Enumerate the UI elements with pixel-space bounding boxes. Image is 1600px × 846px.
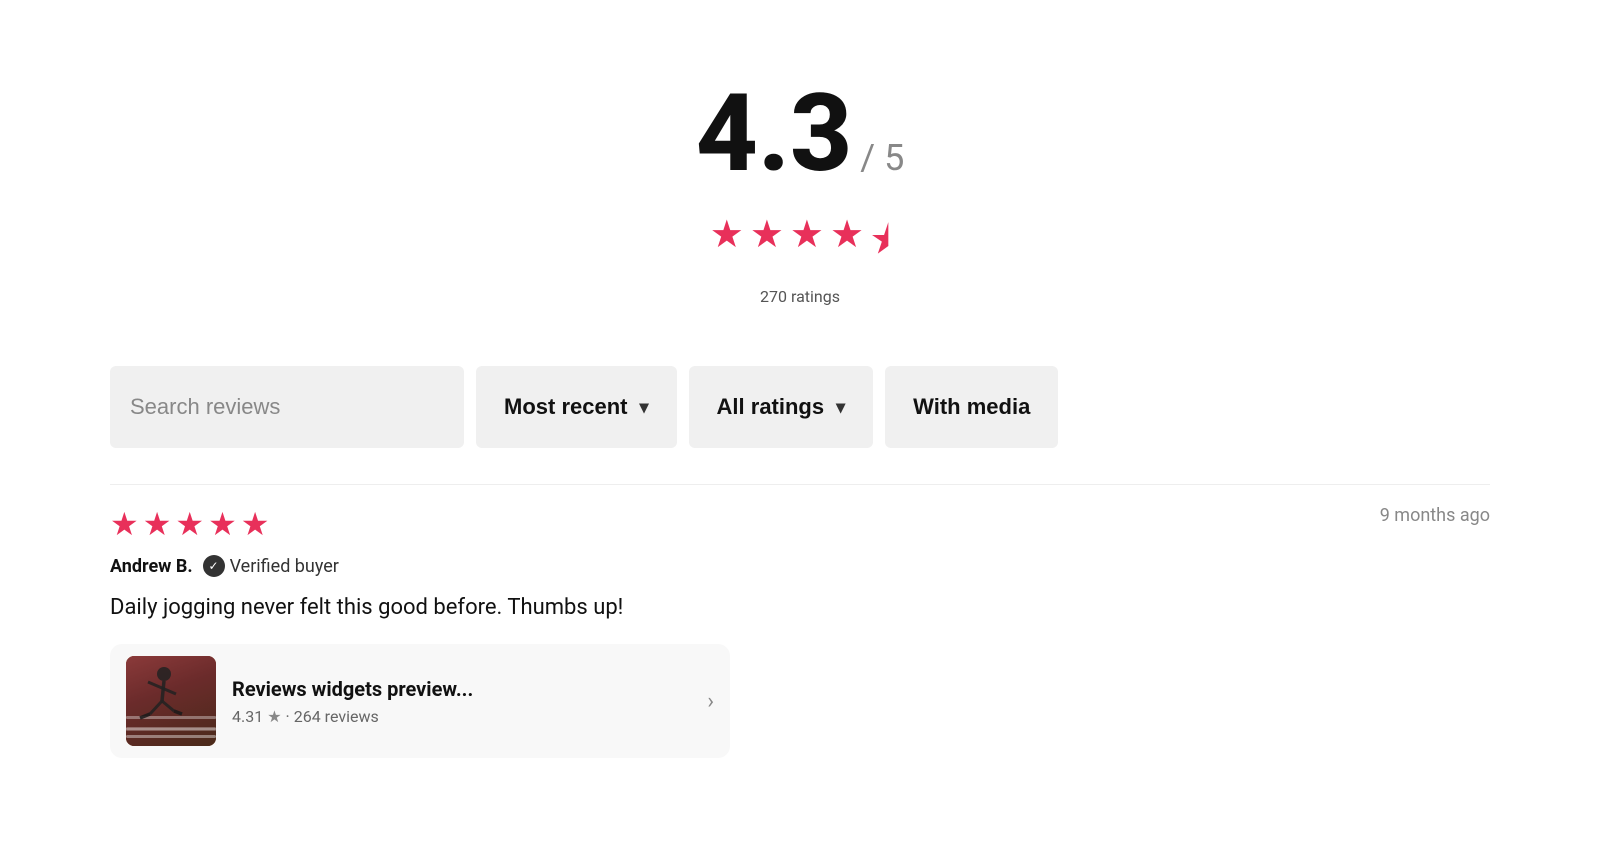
rating-summary: 4.3 / 5 ★ ★ ★ ★ ⯨ 270 ratings (110, 40, 1490, 336)
with-media-button[interactable]: With media (885, 366, 1058, 448)
review-text: Daily jogging never felt this good befor… (110, 591, 1490, 624)
rating-score: 4.3 (696, 80, 853, 188)
verified-badge: ✓ Verified buyer (203, 555, 339, 577)
rating-stars: ★ ★ ★ ★ ⯨ (110, 212, 1490, 277)
rating-filter-label: All ratings (717, 394, 825, 420)
sort-chevron-icon: ▾ (639, 397, 648, 418)
preview-content: Reviews widgets preview... 4.31 ★ · 264 … (232, 677, 691, 726)
sort-dropdown[interactable]: Most recent ▾ (476, 366, 677, 448)
with-media-label: With media (913, 394, 1030, 420)
review-star-4-icon: ★ (208, 505, 237, 543)
review-star-3-icon: ★ (175, 505, 204, 543)
preview-score: 4.31 (232, 707, 263, 726)
preview-review-count: 264 reviews (294, 707, 379, 726)
preview-dot: · (286, 707, 290, 726)
star-half-icon: ⯨ (870, 212, 890, 277)
preview-chevron-icon: › (707, 689, 714, 714)
rating-filter-dropdown[interactable]: All ratings ▾ (689, 366, 874, 448)
review-time: 9 months ago (1380, 505, 1490, 526)
rating-filter-chevron-icon: ▾ (836, 397, 845, 418)
ratings-count: 270 ratings (110, 287, 1490, 306)
rating-out-of: / 5 (860, 137, 904, 179)
review-star-1-icon: ★ (110, 505, 139, 543)
filter-bar: Most recent ▾ All ratings ▾ With media (110, 366, 1490, 448)
runner-illustration (126, 656, 216, 746)
preview-meta: 4.31 ★ · 264 reviews (232, 707, 691, 726)
review-stars: ★ ★ ★ ★ ★ (110, 505, 269, 543)
search-input[interactable] (110, 366, 464, 448)
preview-star-icon: ★ (267, 707, 281, 726)
review-star-2-icon: ★ (143, 505, 172, 543)
preview-card[interactable]: Reviews widgets preview... 4.31 ★ · 264 … (110, 644, 730, 758)
star-3-icon: ★ (790, 212, 824, 277)
sort-label: Most recent (504, 394, 627, 420)
star-1-icon: ★ (710, 212, 744, 277)
review-star-5-icon: ★ (241, 505, 270, 543)
verified-label: Verified buyer (230, 556, 339, 577)
preview-image-inner (126, 656, 216, 746)
preview-title: Reviews widgets preview... (232, 677, 691, 701)
star-2-icon: ★ (750, 212, 784, 277)
preview-image (126, 656, 216, 746)
reviewer-info: Andrew B. ✓ Verified buyer (110, 555, 1490, 577)
review-header: ★ ★ ★ ★ ★ 9 months ago (110, 505, 1490, 543)
reviewer-name: Andrew B. (110, 556, 193, 577)
review-item: ★ ★ ★ ★ ★ 9 months ago Andrew B. ✓ Verif… (110, 484, 1490, 788)
star-4-icon: ★ (830, 212, 864, 277)
verified-icon: ✓ (203, 555, 225, 577)
